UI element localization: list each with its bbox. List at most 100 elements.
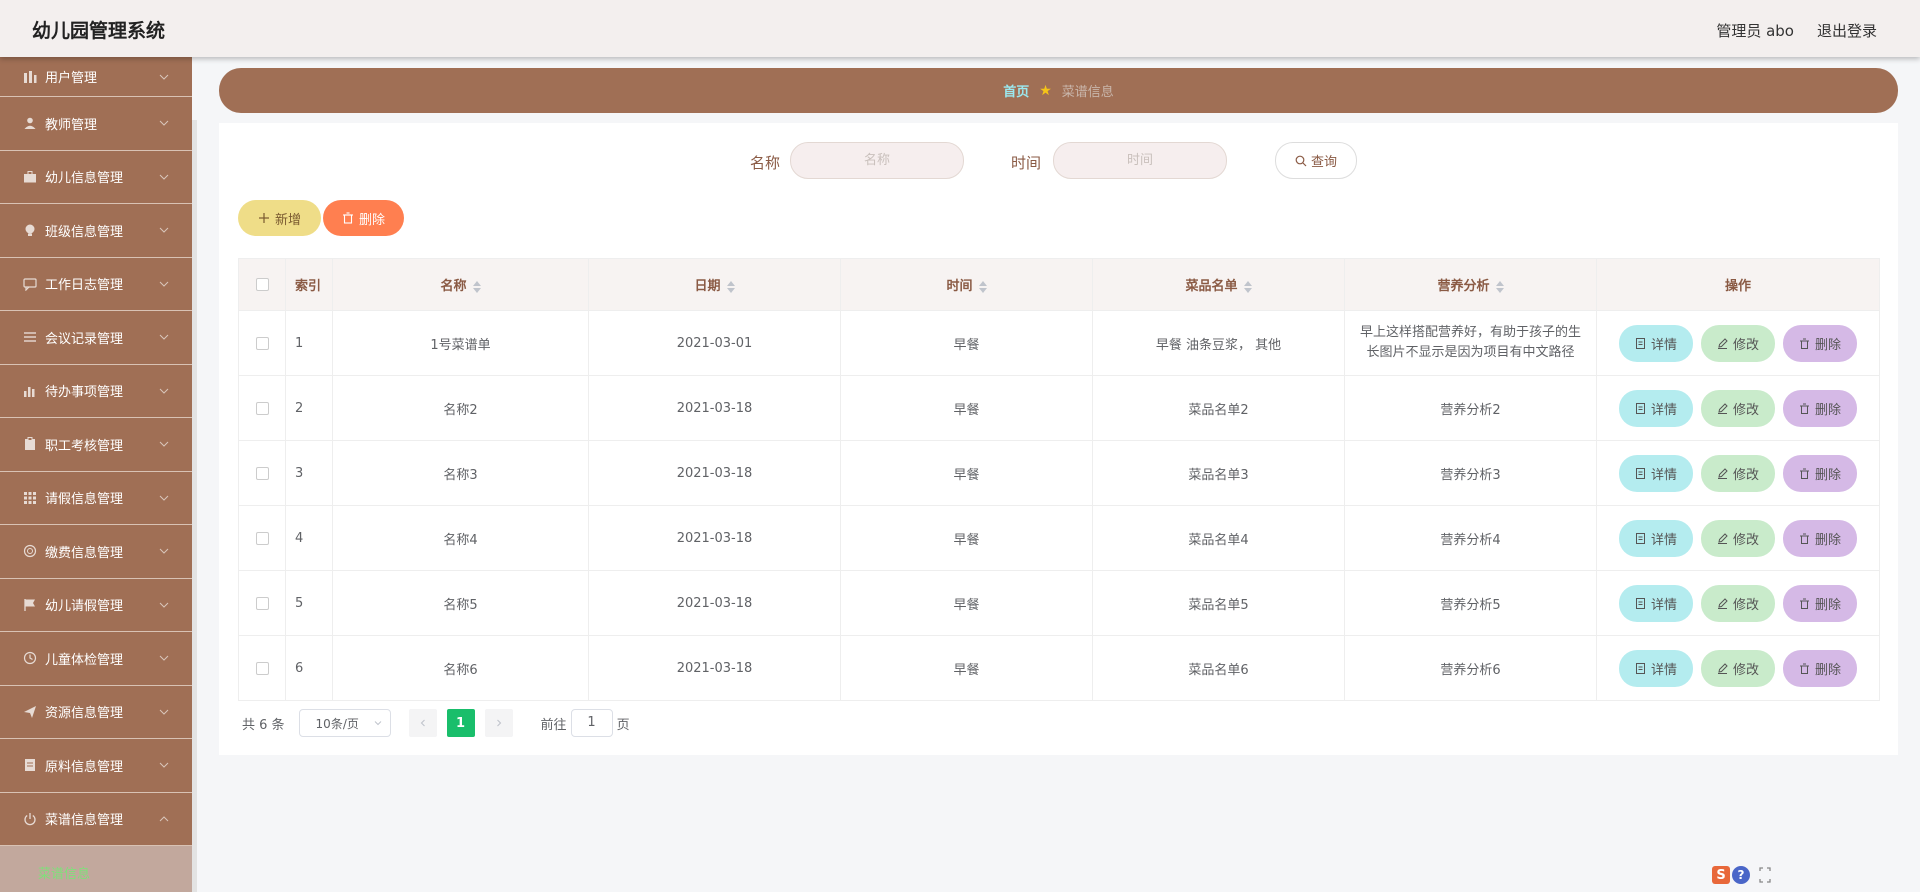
cell-date: 2021-03-18 bbox=[588, 505, 841, 571]
sidebar-item-15[interactable]: 菜谱信息管理 bbox=[0, 793, 192, 846]
sidebar-scrollbar[interactable] bbox=[192, 120, 197, 892]
header-name[interactable]: 名称 bbox=[332, 258, 589, 311]
row-checkbox[interactable] bbox=[255, 531, 269, 545]
header-dishes[interactable]: 菜品名单 bbox=[1092, 258, 1345, 311]
input-method-icon[interactable]: S bbox=[1712, 866, 1730, 884]
header-nutrition[interactable]: 营养分析 bbox=[1344, 258, 1597, 311]
chevron-down-icon bbox=[159, 227, 169, 233]
sidebar-item-1[interactable]: 用户管理 bbox=[0, 57, 192, 97]
sidebar-item-4[interactable]: 班级信息管理 bbox=[0, 204, 192, 258]
table-row: 3 名称3 2021-03-18 早餐 菜品名单3 营养分析3 详情 修改 删除 bbox=[238, 440, 1880, 506]
sidebar-item-5[interactable]: 工作日志管理 bbox=[0, 258, 192, 311]
sidebar-item-label: 会议记录管理 bbox=[45, 331, 124, 347]
row-checkbox[interactable] bbox=[255, 401, 269, 415]
table-row: 1 1号菜谱单 2021-03-01 早餐 早餐 油条豆浆， 其他 早上这样搭配营养好，有… bbox=[238, 310, 1880, 376]
edit-button[interactable]: 修改 bbox=[1701, 649, 1775, 687]
row-checkbox[interactable] bbox=[255, 466, 269, 480]
star-icon: ★ bbox=[1039, 82, 1052, 99]
cell-time: 早餐 bbox=[840, 635, 1093, 701]
detail-button[interactable]: 详情 bbox=[1619, 324, 1693, 362]
sort-icon[interactable] bbox=[472, 280, 481, 293]
sort-icon[interactable] bbox=[726, 280, 735, 293]
sidebar-item-11[interactable]: 幼儿请假管理 bbox=[0, 579, 192, 632]
sidebar-item-label: 原料信息管理 bbox=[45, 759, 124, 775]
chevron-down-icon bbox=[159, 388, 169, 394]
detail-button[interactable]: 详情 bbox=[1619, 519, 1693, 557]
delete-button[interactable]: 删除 bbox=[1783, 389, 1857, 427]
chevron-left-icon bbox=[420, 719, 425, 727]
edit-button[interactable]: 修改 bbox=[1701, 584, 1775, 622]
sidebar-item-12[interactable]: 儿童体检管理 bbox=[0, 632, 192, 686]
sidebar-item-13[interactable]: 资源信息管理 bbox=[0, 686, 192, 739]
cell-dishes: 菜品名单6 bbox=[1092, 635, 1345, 701]
chevron-down-icon bbox=[159, 281, 169, 287]
sidebar-subitem-recipe[interactable]: 菜谱信息 bbox=[0, 846, 192, 892]
query-label: 查询 bbox=[1310, 155, 1337, 170]
sidebar-item-6[interactable]: 会议记录管理 bbox=[0, 311, 192, 365]
edit-button[interactable]: 修改 bbox=[1701, 454, 1775, 492]
sidebar-item-8[interactable]: 职工考核管理 bbox=[0, 418, 192, 472]
help-icon[interactable]: ? bbox=[1732, 866, 1750, 884]
chart-icon bbox=[23, 384, 37, 398]
cell-select bbox=[238, 570, 286, 636]
goto-page-input[interactable]: 1 bbox=[570, 709, 613, 737]
cell-date: 2021-03-18 bbox=[588, 570, 841, 636]
logout-link[interactable]: 退出登录 bbox=[1817, 20, 1877, 41]
breadcrumb-home[interactable]: 首页 bbox=[1003, 81, 1029, 100]
detail-button[interactable]: 详情 bbox=[1619, 454, 1693, 492]
edit-button[interactable]: 修改 bbox=[1701, 324, 1775, 362]
bulk-delete-button[interactable]: 删除 bbox=[323, 200, 404, 236]
delete-button[interactable]: 删除 bbox=[1783, 584, 1857, 622]
sort-icon[interactable] bbox=[1243, 280, 1252, 293]
prev-page-button[interactable] bbox=[408, 709, 437, 737]
trash-icon bbox=[1799, 598, 1809, 609]
delete-button[interactable]: 删除 bbox=[1783, 324, 1857, 362]
row-checkbox[interactable] bbox=[255, 661, 269, 675]
sidebar-item-7[interactable]: 待办事项管理 bbox=[0, 365, 192, 418]
sidebar-item-9[interactable]: 请假信息管理 bbox=[0, 472, 192, 525]
edit-button[interactable]: 修改 bbox=[1701, 519, 1775, 557]
edit-label: 修改 bbox=[1732, 467, 1759, 483]
cell-actions: 详情 修改 删除 bbox=[1596, 440, 1880, 506]
edit-label: 修改 bbox=[1732, 662, 1759, 678]
delete-button[interactable]: 删除 bbox=[1783, 454, 1857, 492]
document-icon bbox=[1635, 337, 1645, 349]
cell-nutrition: 营养分析3 bbox=[1344, 440, 1597, 506]
delete-button[interactable]: 删除 bbox=[1783, 649, 1857, 687]
cell-date: 2021-03-01 bbox=[588, 310, 841, 376]
sidebar-item-3[interactable]: 幼儿信息管理 bbox=[0, 151, 192, 204]
select-all-checkbox[interactable] bbox=[255, 278, 269, 291]
edit-button[interactable]: 修改 bbox=[1701, 389, 1775, 427]
header-date[interactable]: 日期 bbox=[588, 258, 841, 311]
sidebar-item-2[interactable]: 教师管理 bbox=[0, 97, 192, 151]
sort-icon[interactable] bbox=[978, 280, 987, 293]
name-input[interactable]: 名称 bbox=[790, 142, 964, 179]
chevron-down-icon bbox=[159, 334, 169, 340]
next-page-button[interactable] bbox=[484, 709, 513, 737]
detail-label: 详情 bbox=[1650, 662, 1677, 678]
sidebar-item-14[interactable]: 原料信息管理 bbox=[0, 739, 192, 793]
fullscreen-icon[interactable] bbox=[1758, 866, 1772, 884]
row-checkbox[interactable] bbox=[255, 596, 269, 610]
detail-label: 详情 bbox=[1650, 532, 1677, 548]
cell-time: 早餐 bbox=[840, 570, 1093, 636]
page-number[interactable]: 1 bbox=[446, 709, 475, 737]
detail-button[interactable]: 详情 bbox=[1619, 389, 1693, 427]
sort-icon[interactable] bbox=[1495, 280, 1504, 293]
detail-button[interactable]: 详情 bbox=[1619, 584, 1693, 622]
time-input[interactable]: 时间 bbox=[1053, 142, 1227, 179]
add-button[interactable]: 新增 bbox=[238, 200, 321, 236]
cell-index: 6 bbox=[285, 635, 333, 701]
page-size-select[interactable]: 10条/页 bbox=[298, 709, 391, 737]
row-checkbox[interactable] bbox=[255, 336, 269, 350]
detail-button[interactable]: 详情 bbox=[1619, 649, 1693, 687]
sidebar-item-label: 请假信息管理 bbox=[45, 492, 124, 508]
header-time[interactable]: 时间 bbox=[840, 258, 1093, 311]
sidebar-item-label: 班级信息管理 bbox=[45, 224, 124, 240]
edit-icon bbox=[1717, 467, 1728, 479]
delete-button[interactable]: 删除 bbox=[1783, 519, 1857, 557]
sidebar-item-10[interactable]: 缴费信息管理 bbox=[0, 525, 192, 579]
query-button[interactable]: 查询 bbox=[1275, 142, 1357, 179]
table-row: 6 名称6 2021-03-18 早餐 菜品名单6 营养分析6 详情 修改 删除 bbox=[238, 635, 1880, 701]
document-icon bbox=[1635, 402, 1645, 414]
